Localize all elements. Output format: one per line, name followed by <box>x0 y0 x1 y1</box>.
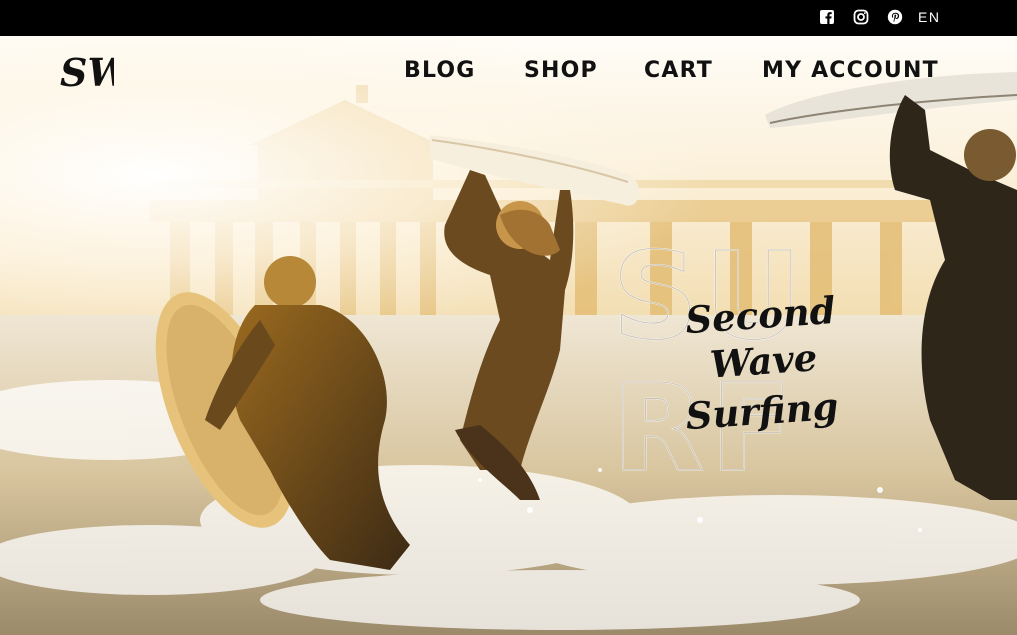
top-bar: EN <box>0 0 1017 36</box>
social-links <box>819 9 903 25</box>
language-selector[interactable]: EN <box>918 9 940 25</box>
instagram-icon[interactable] <box>853 9 869 25</box>
facebook-icon[interactable] <box>819 9 835 25</box>
nav-my-account[interactable]: MY ACCOUNT <box>762 58 939 83</box>
brand-line-1: Second Wave <box>683 287 837 387</box>
nav-blog[interactable]: BLOG <box>404 58 476 83</box>
nav-shop[interactable]: SHOP <box>524 58 598 83</box>
nav-cart[interactable]: CART <box>644 58 713 83</box>
brand-tagline: Second Wave Surfing <box>632 288 892 438</box>
main-nav: BLOG SHOP CART MY ACCOUNT <box>0 58 1017 88</box>
pinterest-icon[interactable] <box>887 9 903 25</box>
